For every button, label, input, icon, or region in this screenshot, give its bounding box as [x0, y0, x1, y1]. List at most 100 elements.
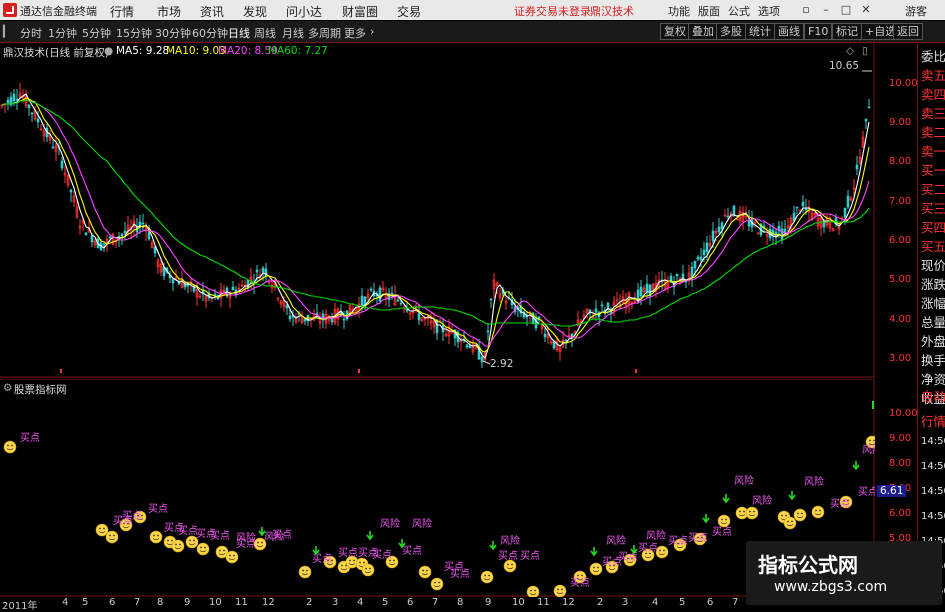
candle-body [855, 164, 859, 170]
sidebar-item[interactable]: 现价 [921, 255, 945, 274]
down-arrow-icon [852, 461, 860, 471]
fuquan-button[interactable]: 复权 [660, 23, 690, 40]
high-price-label: 10.65 [829, 60, 860, 72]
tab-1min[interactable]: 1分钟 [48, 25, 77, 41]
indicator-title: 股票指标网 [14, 384, 67, 396]
menu-xuanxiang[interactable]: 选项 [758, 3, 780, 19]
candle-body [12, 93, 16, 102]
sidebar-item[interactable]: 卖三 [921, 103, 945, 122]
price-tick: 7.00 [889, 196, 912, 207]
candle-body [231, 286, 235, 291]
menu-faxian[interactable]: 发现 [243, 3, 267, 20]
trade-login-link[interactable]: 证券交易未登录 [514, 3, 591, 19]
candle-body [27, 104, 31, 109]
menu-jiaoyi[interactable]: 交易 [397, 3, 421, 20]
tab-fenshi[interactable]: 分时 [20, 25, 42, 41]
tab-monthly[interactable]: 月线 [282, 25, 304, 41]
watermark-url: www.zbgs3.com [774, 579, 888, 595]
tab-60min[interactable]: 60分钟 [192, 25, 228, 41]
candle-body [543, 333, 547, 338]
sidebar-item[interactable]: 买三 [921, 198, 945, 217]
sidebar-item[interactable]: 换手 [921, 350, 945, 369]
tab-daily[interactable]: 日线 [228, 25, 250, 41]
menu-banmian[interactable]: 版面 [698, 3, 720, 19]
tongji-button[interactable]: 统计 [745, 23, 775, 40]
ma20-line [1, 99, 870, 347]
tab-more[interactable]: 更多 [344, 25, 366, 41]
stock-name-link[interactable]: 鼎汉技术 [590, 3, 634, 19]
sidebar-item[interactable]: 卖五 [921, 65, 945, 84]
candle-body [795, 206, 799, 209]
ma10-line [1, 97, 870, 353]
candle-body [102, 243, 106, 246]
indicator-settings-icon[interactable]: ⚙ [3, 382, 12, 394]
candle-body [867, 106, 871, 109]
candle-body [330, 317, 334, 323]
buy-point-label: 买点 [830, 498, 850, 510]
indicator-dot-icon[interactable]: ● [104, 45, 113, 57]
low-price-label: 2.92 [490, 358, 514, 370]
guest-label[interactable]: 游客 [905, 3, 927, 19]
sidebar-item[interactable]: 买二 [921, 179, 945, 198]
restore-icon[interactable]: ▫ [798, 2, 814, 18]
huaxian-button[interactable]: 画线 [774, 23, 804, 40]
app-logo-icon [3, 3, 17, 17]
tab-multi-period[interactable]: 多周期 [308, 25, 341, 41]
f10-button[interactable]: F10 [804, 23, 833, 40]
down-arrow-icon [722, 494, 730, 504]
menu-gongneng[interactable]: 功能 [668, 3, 690, 19]
menu-shichang[interactable]: 市场 [157, 3, 181, 20]
sidebar-item[interactable]: 涨幅 [921, 293, 945, 312]
candle-body [15, 98, 19, 101]
menu-hangqing[interactable]: 行情 [110, 3, 134, 20]
menu-wenxiaoda[interactable]: 问小达 [286, 3, 322, 20]
candle-body [90, 235, 94, 243]
risk-label: 风险 [862, 443, 875, 456]
close-icon[interactable]: ✕ [858, 2, 874, 18]
duogu-button[interactable]: 多股 [716, 23, 746, 40]
date-tick: 9 [184, 597, 191, 608]
sidebar-item[interactable]: 总量 [921, 312, 945, 331]
sidebar-item[interactable]: 买一 [921, 160, 945, 179]
sidebar-item[interactable]: 委比 [921, 46, 945, 65]
biaoji-button[interactable]: 标记 [832, 23, 862, 40]
candle-body [396, 299, 400, 302]
buy-point-label: 买点 [372, 549, 392, 561]
maximize-icon[interactable]: □ [838, 2, 854, 18]
down-arrow-icon [312, 546, 320, 556]
minimize-icon[interactable]: – [818, 2, 834, 18]
date-tick: 7 [134, 597, 141, 608]
menu-caifuquan[interactable]: 财富圈 [342, 3, 378, 20]
tab-5min[interactable]: 5分钟 [82, 25, 111, 41]
menu-zixun[interactable]: 资讯 [200, 3, 224, 20]
sidebar-item[interactable]: 卖二 [921, 122, 945, 141]
candle-body [390, 292, 394, 295]
diejia-button[interactable]: 叠加 [688, 23, 718, 40]
menu-gongshi[interactable]: 公式 [728, 3, 750, 19]
smiley-signal-icon [3, 440, 17, 454]
sidebar-item[interactable]: 卖四 [921, 84, 945, 103]
price-tick: 6.00 [889, 235, 912, 246]
settings-diamond-icon[interactable]: ◇ [846, 45, 854, 57]
more-chevron-icon[interactable]: › [370, 25, 374, 38]
tab-15min[interactable]: 15分钟 [116, 25, 152, 41]
tab-weekly[interactable]: 周线 [254, 25, 276, 41]
sidebar-item[interactable]: 涨跌 [921, 274, 945, 293]
price-tick: 8.00 [889, 156, 912, 167]
tab-30min[interactable]: 30分钟 [155, 25, 191, 41]
sidebar-item[interactable]: 买四 [921, 217, 945, 236]
sidebar-item[interactable]: 买五 [921, 236, 945, 255]
buy-point-label: 买点 [122, 510, 142, 522]
candle-body [6, 99, 10, 104]
candle-body [693, 260, 697, 269]
sidebar-item[interactable]: 外盘 [921, 331, 945, 350]
collapse-icon[interactable]: ▎ [3, 25, 11, 38]
kline-chart[interactable]: 鼎汉技术(日线 前复权) ● MA5: 9.28 MA10: 9.03 MA20… [0, 43, 918, 378]
sidebar-tick-item: 14:50 [921, 436, 945, 447]
indicator-chart[interactable]: 买点 买点 买点 买点 买点 买点 买点 买点 买点 买点 买点 买点 买点 买点 买点 买点 买点 买点 买点 买点… [0, 379, 918, 597]
buy-point-label: 买点 [312, 553, 332, 565]
sidebar-item[interactable]: 卖一 [921, 141, 945, 160]
smiley-signal-icon [783, 516, 797, 530]
panel-toggle-icon[interactable]: ▯ [862, 45, 868, 57]
back-button[interactable]: 返回 [893, 23, 923, 40]
